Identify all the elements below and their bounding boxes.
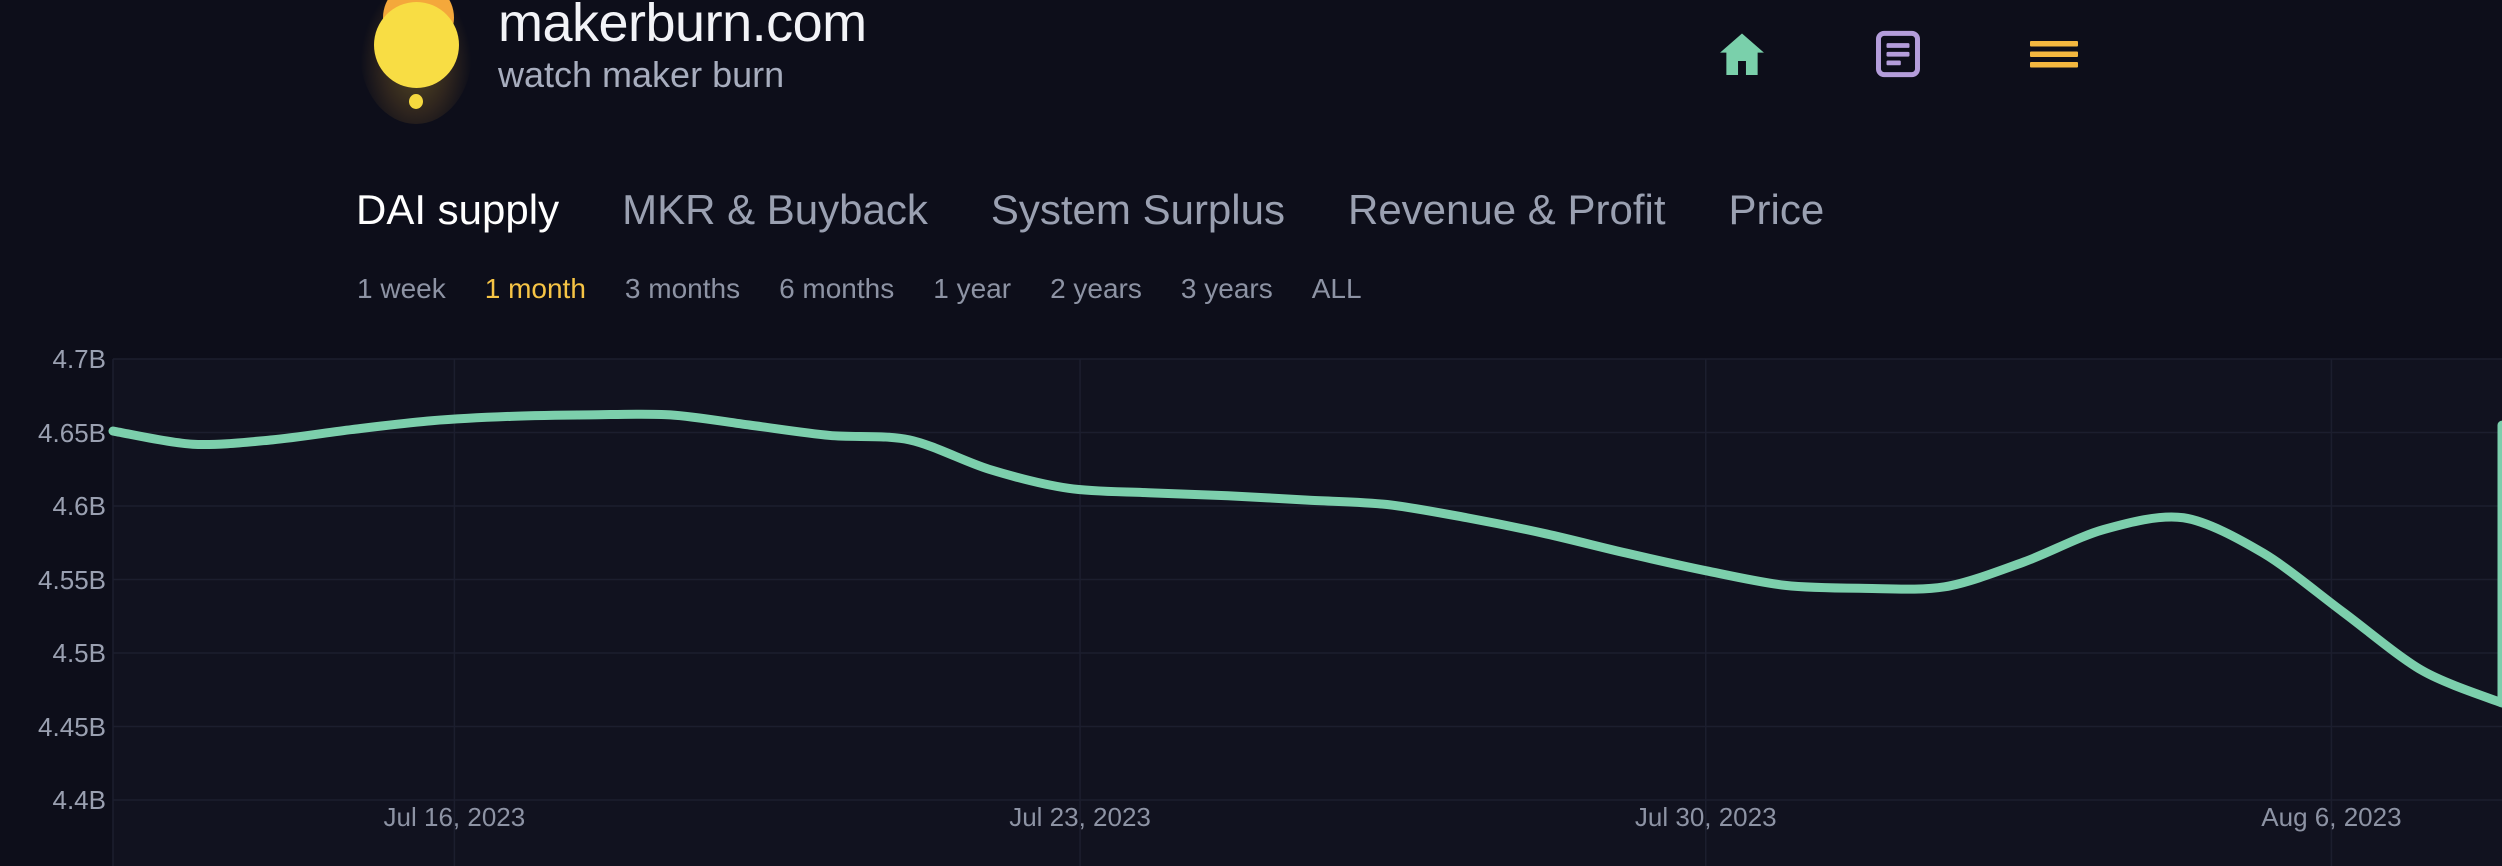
range-6-months[interactable]: 6 months [779, 272, 894, 306]
y-axis-tick-label: 4.65B [38, 417, 106, 448]
range-2-years[interactable]: 2 years [1050, 272, 1142, 306]
range-1-week[interactable]: 1 week [357, 272, 446, 306]
flame-circle-main [374, 2, 459, 88]
tab-mkr-buyback[interactable]: MKR & Buyback [622, 186, 928, 234]
document-icon[interactable] [1866, 22, 1930, 86]
y-axis-tick-label: 4.45B [38, 711, 106, 742]
range-1-month[interactable]: 1 month [485, 272, 586, 306]
brand-subtitle: watch maker burn [498, 54, 785, 95]
makerburn-page: makerburn.com watch maker burn DAI suppl… [0, 0, 2502, 866]
hamburger-menu-icon[interactable] [2022, 22, 2086, 86]
brand-title: makerburn.com [498, 0, 867, 53]
chart-tabs: DAI supply MKR & Buyback System Surplus … [356, 186, 1824, 234]
y-axis-labels: 4.7B 4.65B 4.6B 4.55B 4.5B 4.45B 4.4B [0, 330, 107, 813]
time-range-selector: 1 week 1 month 3 months 6 months 1 year … [357, 272, 1362, 306]
x-axis-tick-label: Jul 30, 2023 [1634, 802, 1777, 832]
x-axis-tick-label: Jul 23, 2023 [1009, 802, 1151, 832]
y-axis-tick-label: 4.7B [52, 344, 107, 374]
brand-text: makerburn.com watch maker burn [498, 0, 867, 96]
y-axis-tick-label: 4.6B [52, 491, 107, 521]
home-icon[interactable] [1710, 22, 1774, 86]
dai-supply-chart[interactable]: 4.7B 4.65B 4.6B 4.55B 4.5B 4.45B 4.4B Jul 16, … [0, 330, 2502, 866]
y-axis-tick-label: 4.5B [52, 638, 107, 668]
x-axis-labels: Jul 16, 2023 Jul 23, 2023 Jul 30, 2023 Aug … [0, 802, 2502, 842]
x-axis-tick-label: Jul 16, 2023 [383, 802, 526, 832]
range-all[interactable]: ALL [1312, 272, 1362, 306]
range-3-years[interactable]: 3 years [1181, 272, 1273, 306]
x-axis-tick-label: Aug 6, 2023 [2261, 802, 2402, 832]
header-icon-group [1710, 22, 2086, 86]
flame-dot [409, 94, 423, 109]
site-header: makerburn.com watch maker burn [0, 0, 2502, 148]
tab-system-surplus[interactable]: System Surplus [991, 186, 1285, 234]
brand-logo[interactable]: makerburn.com watch maker burn [352, 0, 867, 128]
flame-icon [352, 0, 482, 128]
range-3-months[interactable]: 3 months [625, 272, 740, 306]
range-1-year[interactable]: 1 year [933, 272, 1011, 306]
tab-dai-supply[interactable]: DAI supply [356, 186, 559, 234]
tab-price[interactable]: Price [1729, 186, 1825, 234]
chart-plot-svg[interactable] [0, 330, 2502, 866]
series-line-dai-supply [108, 409, 2502, 708]
y-axis-tick-label: 4.55B [38, 564, 106, 595]
tab-revenue-profit[interactable]: Revenue & Profit [1348, 186, 1666, 234]
